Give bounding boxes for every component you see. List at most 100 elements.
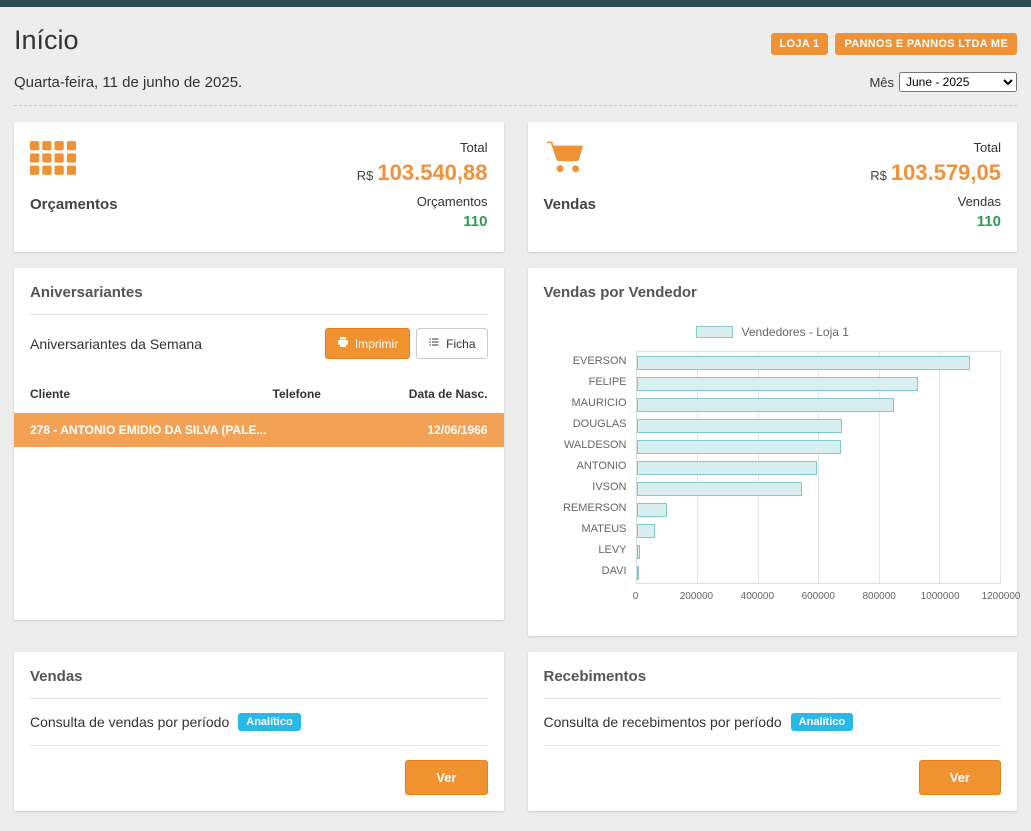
recebimentos-report-actions: Ver — [544, 760, 1002, 795]
col-header-telefone: Telefone — [273, 387, 393, 401]
chart-bar — [637, 461, 817, 475]
chart-bar — [637, 398, 894, 412]
chart-body: EVERSONFELIPEMAURICIODOUGLASWALDESONANTO… — [544, 351, 1002, 584]
orcamentos-stat-card: Orçamentos Total R$103.540,88 Orçamentos… — [14, 122, 504, 252]
chart-category-label: ANTONIO — [544, 456, 636, 477]
ficha-button[interactable]: Ficha — [416, 328, 487, 359]
legend-label: Vendedores - Loja 1 — [742, 325, 849, 339]
legend-swatch — [696, 326, 733, 338]
chart-x-tick-label: 600000 — [802, 591, 835, 602]
date-row: Quarta-feira, 11 de junho de 2025. Mês J… — [14, 72, 1017, 106]
chart-bar — [637, 419, 843, 433]
vendas-report-actions: Ver — [30, 760, 488, 795]
vendas-count-label: Vendas — [870, 192, 1001, 212]
ver-vendas-button[interactable]: Ver — [405, 760, 487, 795]
chart-card-title: Vendas por Vendedor — [544, 284, 1002, 301]
x-axis-spacer — [544, 591, 636, 605]
aniversariantes-toolbar: Aniversariantes da Semana Imprimir Ficha — [30, 328, 488, 359]
table-header-row: Cliente Telefone Data de Nasc. — [14, 379, 504, 413]
vendas-por-vendedor-card: Vendas por Vendedor Vendedores - Loja 1 … — [528, 268, 1018, 636]
divider — [30, 745, 488, 746]
store-badge-company[interactable]: PANNOS E PANNOS LTDA ME — [835, 33, 1017, 55]
page-header: Início LOJA 1 PANNOS E PANNOS LTDA ME — [14, 25, 1017, 56]
store-badge-loja[interactable]: LOJA 1 — [771, 33, 829, 55]
shopping-cart-icon — [544, 138, 597, 178]
chart-bar — [637, 545, 640, 559]
col-header-data-nasc: Data de Nasc. — [393, 387, 488, 401]
recebimentos-report-description: Consulta de recebimentos por período — [544, 714, 782, 730]
vendas-total-value: 103.579,05 — [891, 160, 1001, 185]
cell-data-nasc: 12/06/1966 — [393, 423, 488, 437]
aniversariantes-card: Aniversariantes Aniversariantes da Seman… — [14, 268, 504, 620]
vendas-por-vendedor-chart: Vendedores - Loja 1 EVERSONFELIPEMAURICI… — [544, 325, 1002, 605]
aniversariantes-table: Cliente Telefone Data de Nasc. 278 - ANT… — [14, 379, 504, 447]
chart-x-tick-label: 200000 — [680, 591, 713, 602]
stats-row: Orçamentos Total R$ 103.540,88 Orçamentos… — [14, 122, 1017, 252]
vendas-stat-left: Vendas — [544, 138, 597, 236]
divider — [544, 698, 1002, 699]
divider — [30, 698, 488, 699]
chart-x-tick-label: 1200000 — [982, 591, 1021, 602]
recebimentos-report-desc-row: Consulta de recebimentos por período Ana… — [544, 712, 1002, 732]
vendas-count-value: 110 — [870, 213, 1001, 230]
imprimir-label: Imprimir — [355, 337, 398, 351]
chart-bar — [637, 503, 667, 517]
vendas-total-label: Total — [870, 138, 1001, 158]
orcamentos-count-label: Orçamentos — [357, 192, 488, 212]
chart-plot-area — [636, 351, 1002, 584]
chart-y-axis-labels: EVERSONFELIPEMAURICIODOUGLASWALDESONANTO… — [544, 351, 636, 584]
divider — [30, 314, 488, 315]
recebimentos-report-title: Recebimentos — [544, 668, 1002, 685]
table-row[interactable]: 278 - ANTONIO EMIDIO DA SILVA (PALE... 1… — [14, 413, 504, 447]
month-label: Mês — [869, 75, 894, 90]
vendas-total-line: R$ 103.579,05 — [870, 160, 1001, 186]
vendas-currency: R$ — [870, 168, 887, 183]
chart-x-tick-label: 1000000 — [921, 591, 960, 602]
chart-bar — [637, 524, 655, 538]
top-bar — [0, 0, 1031, 7]
list-icon — [428, 336, 440, 351]
chart-category-label: DOUGLAS — [544, 414, 636, 435]
chart-x-tick-label: 400000 — [741, 591, 774, 602]
chart-x-tick-label: 0 — [633, 591, 639, 602]
imprimir-button[interactable]: Imprimir — [325, 328, 410, 359]
calculator-icon — [30, 138, 118, 178]
chart-category-label: IVSON — [544, 477, 636, 498]
month-select[interactable]: June - 2025 — [899, 72, 1017, 92]
vendas-label: Vendas — [544, 196, 597, 213]
chart-category-label: FELIPE — [544, 372, 636, 393]
chart-category-label: MATEUS — [544, 519, 636, 540]
chart-x-axis: 020000040000060000080000010000001200000 — [544, 591, 1002, 605]
orcamentos-count-value: 110 — [357, 213, 488, 230]
chart-category-label: REMERSON — [544, 498, 636, 519]
orcamentos-total-value: 103.540,88 — [377, 160, 487, 185]
chart-x-axis-labels: 020000040000060000080000010000001200000 — [636, 591, 1002, 605]
printer-icon — [337, 336, 349, 351]
divider — [544, 745, 1002, 746]
chart-legend[interactable]: Vendedores - Loja 1 — [544, 325, 1002, 339]
chart-x-tick-label: 800000 — [862, 591, 895, 602]
vendas-report-card: Vendas Consulta de vendas por período An… — [14, 652, 504, 811]
page-title: Início — [14, 25, 79, 56]
chart-bar — [637, 356, 970, 370]
chart-bar — [637, 440, 841, 454]
orcamentos-stat-left: Orçamentos — [30, 138, 118, 236]
analitico-badge: Analítico — [238, 713, 300, 731]
analitico-badge: Analítico — [791, 713, 853, 731]
orcamentos-total-label: Total — [357, 138, 488, 158]
chart-bar — [637, 566, 639, 580]
cell-telefone — [273, 423, 393, 437]
vendas-report-title: Vendas — [30, 668, 488, 685]
ver-recebimentos-button[interactable]: Ver — [919, 760, 1001, 795]
ficha-label: Ficha — [446, 337, 475, 351]
aniversariantes-subtitle: Aniversariantes da Semana — [30, 336, 202, 352]
vendas-report-desc-row: Consulta de vendas por período Analítico — [30, 712, 488, 732]
current-date-text: Quarta-feira, 11 de junho de 2025. — [14, 74, 242, 91]
orcamentos-label: Orçamentos — [30, 196, 118, 213]
chart-category-label: EVERSON — [544, 351, 636, 372]
col-header-cliente: Cliente — [30, 387, 273, 401]
vendas-values: Total R$ 103.579,05 Vendas 110 — [870, 138, 1001, 236]
aniversariantes-buttons: Imprimir Ficha — [325, 328, 488, 359]
month-filter: Mês June - 2025 — [869, 72, 1017, 92]
cell-cliente: 278 - ANTONIO EMIDIO DA SILVA (PALE... — [30, 423, 273, 437]
